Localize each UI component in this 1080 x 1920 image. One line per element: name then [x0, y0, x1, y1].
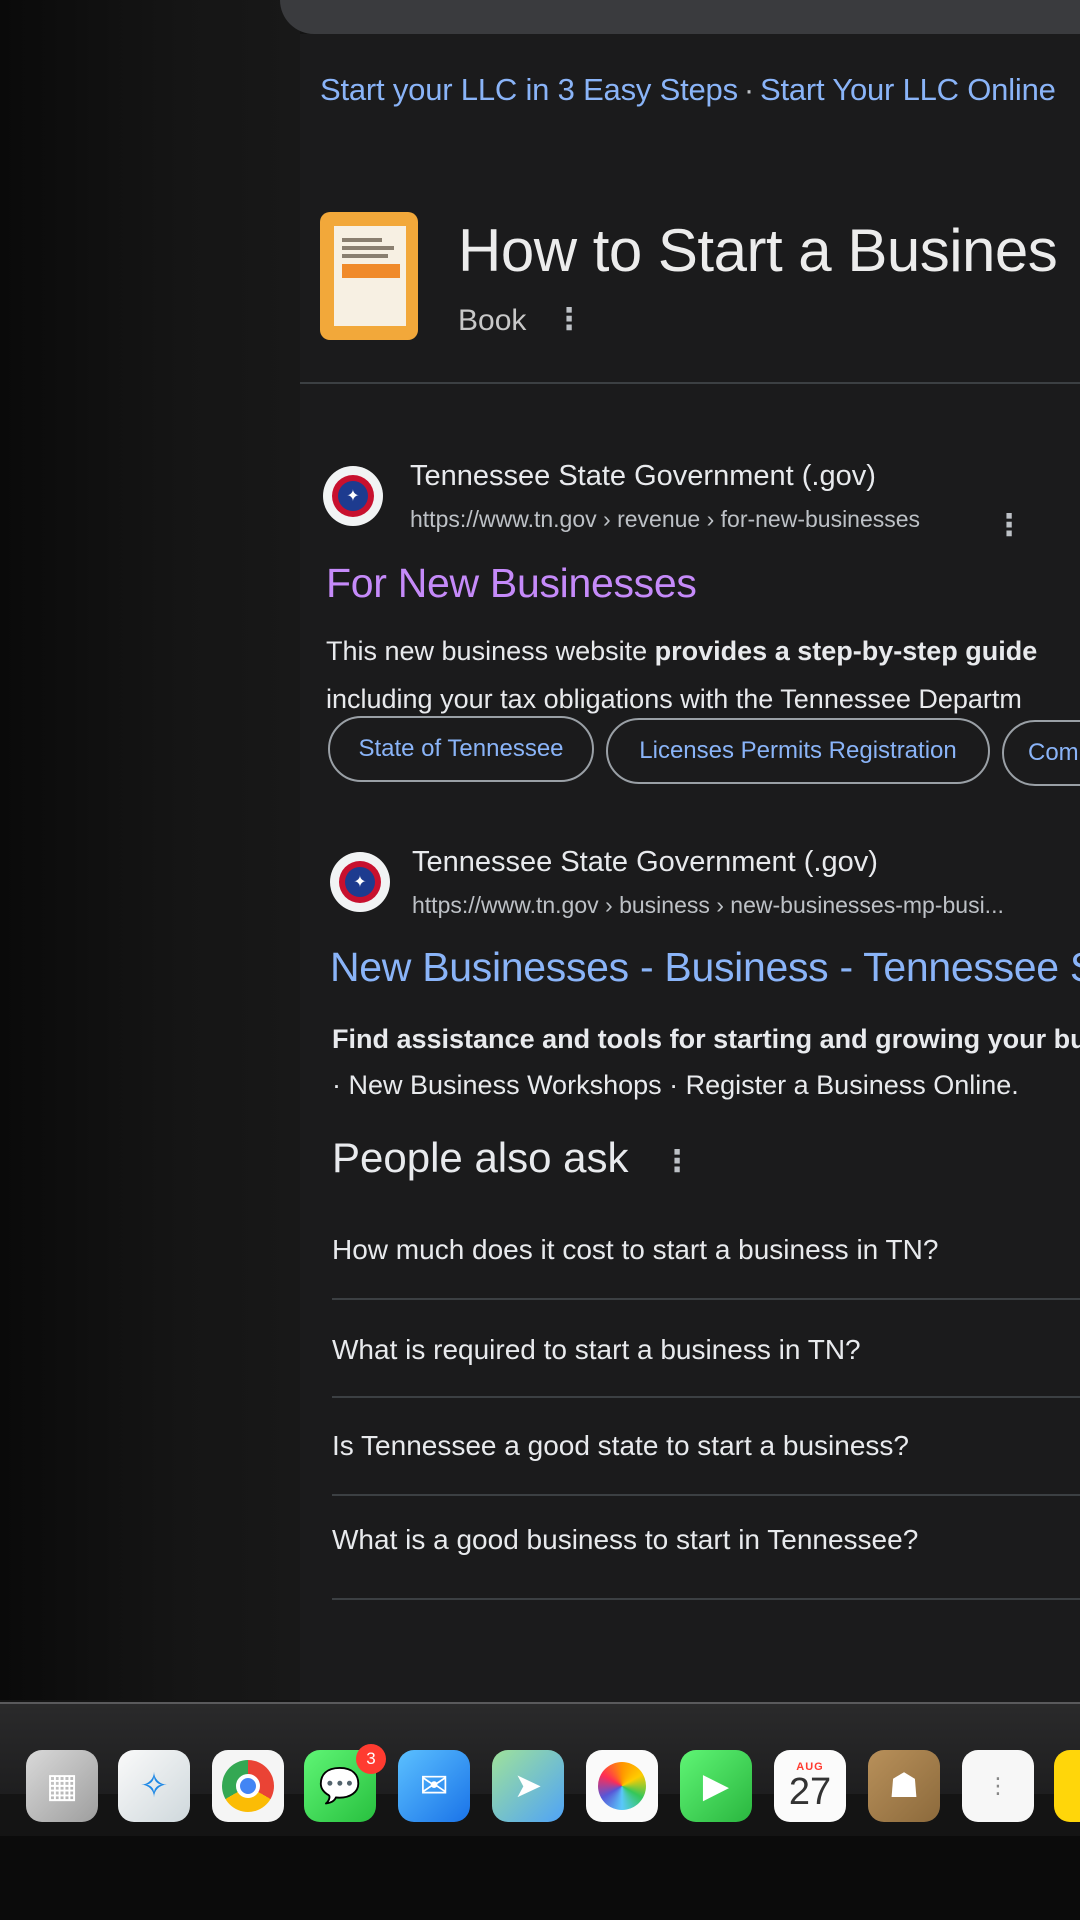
paa-divider [332, 1298, 1080, 1300]
paa-divider [332, 1396, 1080, 1398]
notes-icon[interactable] [1054, 1750, 1080, 1822]
chip-licenses-permits[interactable]: Licenses Permits Registration [606, 718, 990, 784]
section-divider [300, 382, 1080, 384]
tn-seal-icon[interactable]: ✦ [330, 852, 390, 912]
result-url[interactable]: https://www.tn.gov › revenue › for-new-b… [410, 506, 920, 533]
sitelink-start-llc-online[interactable]: Start Your LLC Online [760, 72, 1056, 107]
result-site-name[interactable]: Tennessee State Government (.gov) [410, 460, 876, 493]
sitelinks-row: Start your LLC in 3 Easy Steps · Start You… [320, 72, 1056, 108]
result-site-name[interactable]: Tennessee State Government (.gov) [412, 846, 878, 879]
result-snippet-line: · New Business Workshops · Register a Bu… [332, 1070, 1019, 1100]
result-snippet-line: Find assistance and tools for starting a… [332, 1024, 1080, 1054]
paa-question[interactable]: What is a good business to start in Tenn… [332, 1524, 1080, 1556]
calendar-day: 27 [788, 1771, 832, 1813]
paa-options-icon[interactable]: ⋮ [662, 1144, 692, 1179]
launchpad-icon[interactable]: ▦ [26, 1750, 98, 1822]
paa-question[interactable]: What is required to start a business in … [332, 1334, 1080, 1366]
result-snippet-line: including your tax obligations with the … [326, 684, 1022, 714]
calendar-icon[interactable]: AUG 27 [774, 1750, 846, 1822]
messages-badge: 3 [356, 1744, 386, 1774]
contacts-icon[interactable]: ☗ [868, 1750, 940, 1822]
tn-seal-icon[interactable]: ✦ [323, 466, 383, 526]
paa-divider [332, 1494, 1080, 1496]
people-also-ask-heading: People also ask [332, 1134, 629, 1181]
search-results-page: Start your LLC in 3 Easy Steps · Start You… [300, 34, 1080, 1704]
desk-surface [0, 1836, 1080, 1920]
book-panel-title[interactable]: How to Start a Busines [458, 216, 1058, 285]
reminders-icon[interactable]: ⋮ [962, 1750, 1034, 1822]
result-title-link[interactable]: For New Businesses [326, 560, 697, 607]
chrome-icon[interactable] [212, 1750, 284, 1822]
paa-question[interactable]: How much does it cost to start a busines… [332, 1234, 1080, 1266]
safari-icon[interactable]: ✧ [118, 1750, 190, 1822]
result-options-icon[interactable]: ⋮ [994, 508, 1024, 543]
mail-icon[interactable]: ✉ [398, 1750, 470, 1822]
browser-top-bar [280, 0, 1080, 34]
paa-question[interactable]: Is Tennessee a good state to start a bus… [332, 1430, 1080, 1462]
maps-icon[interactable]: ➤ [492, 1750, 564, 1822]
snippet-bold: provides a step-by-step guide [654, 636, 1038, 666]
result-url[interactable]: https://www.tn.gov › business › new-busi… [412, 892, 1004, 919]
chip-state-of-tennessee[interactable]: State of Tennessee [328, 716, 594, 782]
paa-divider [332, 1598, 1080, 1600]
sitelink-separator: · [743, 72, 754, 107]
chip-more[interactable]: Com [1002, 720, 1080, 786]
more-options-icon[interactable]: ⋮ [554, 302, 584, 337]
sitelink-start-llc-steps[interactable]: Start your LLC in 3 Easy Steps [320, 72, 738, 107]
book-cover-thumbnail[interactable] [320, 212, 418, 340]
monitor-bezel [0, 0, 300, 1700]
snippet-plain: This new business website [326, 636, 655, 666]
result-title-link[interactable]: New Businesses - Business - Tennessee S [330, 944, 1080, 991]
book-panel-type: Book [458, 304, 527, 337]
result-snippet-line: This new business website provides a ste… [326, 636, 1037, 667]
facetime-icon[interactable]: ▶ [680, 1750, 752, 1822]
photos-icon[interactable] [586, 1750, 658, 1822]
